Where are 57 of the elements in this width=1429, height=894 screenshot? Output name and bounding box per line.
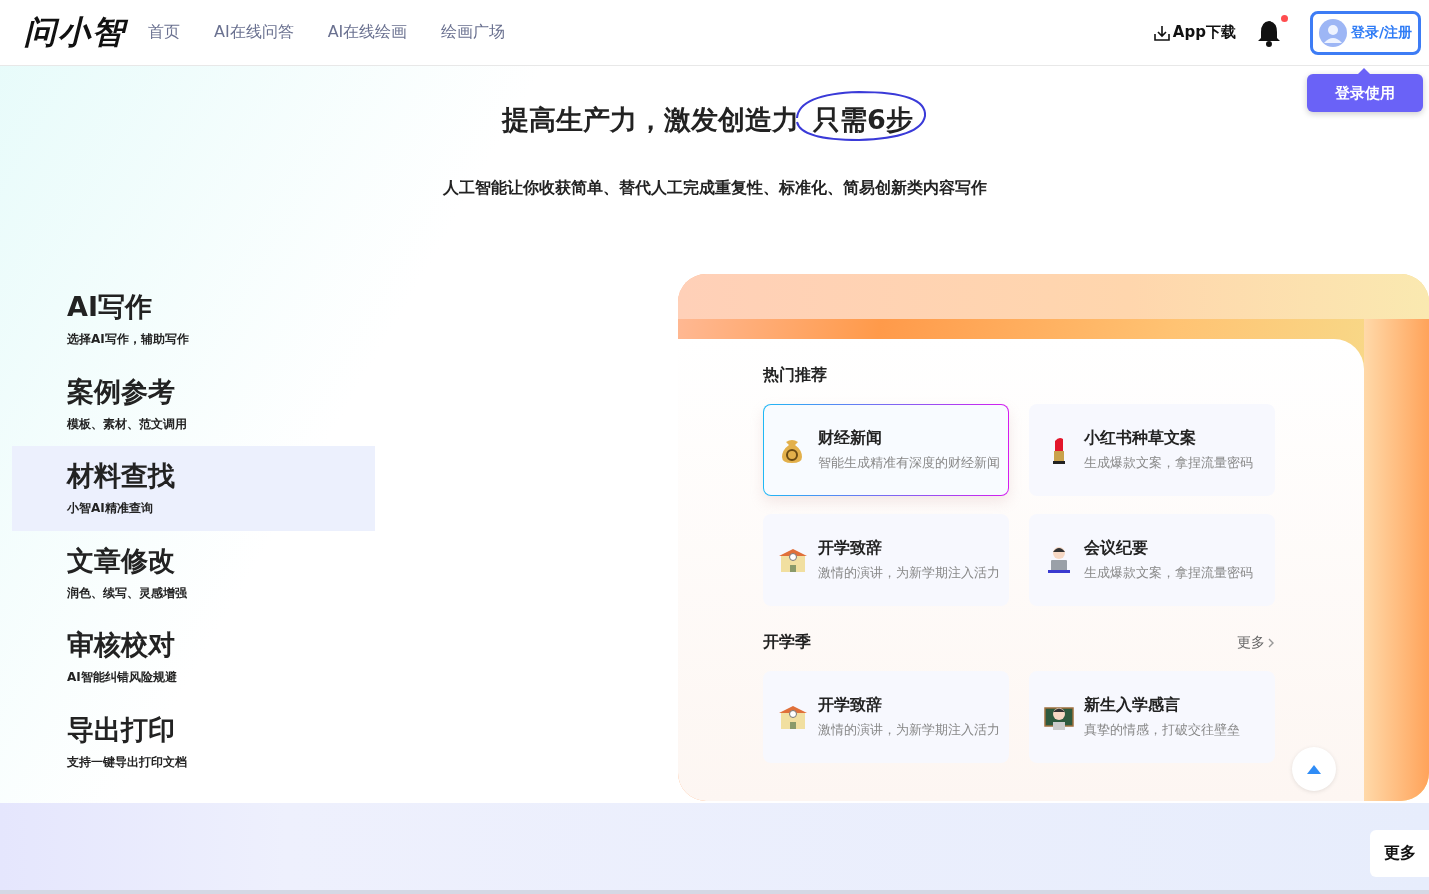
template-card[interactable]: 开学致辞 激情的演讲，为新学期注入活力: [763, 671, 1009, 763]
template-card[interactable]: 会议纪要 生成爆款文案，拿捏流量密码: [1029, 514, 1275, 606]
chevron-right-icon: [1267, 636, 1275, 649]
card-description: 生成爆款文案，拿捏流量密码: [1084, 455, 1253, 472]
feature-item[interactable]: 审核校对 AI智能纠错风险规避: [12, 615, 375, 700]
feature-title: AI写作: [67, 290, 153, 324]
card-title: 财经新闻: [818, 428, 883, 449]
login-button[interactable]: 登录/注册: [1309, 10, 1421, 55]
nav-link[interactable]: AI在线问答: [214, 22, 294, 43]
more-link[interactable]: 更多: [1237, 632, 1275, 653]
feature-description: 模板、素材、范文调用: [67, 415, 188, 433]
highlighted-title: 只需6步: [799, 102, 927, 138]
card-title: 开学致辞: [818, 538, 883, 559]
feature-title: 案例参考: [67, 374, 176, 409]
feature-item[interactable]: 案例参考 模板、素材、范文调用: [12, 361, 375, 446]
template-card[interactable]: 财经新闻 智能生成精准有深度的财经新闻: [763, 404, 1009, 496]
feature-description: 支持一键导出打印文档: [67, 753, 188, 771]
feature-description: AI智能纠错风险规避: [67, 669, 178, 686]
card-description: 智能生成精准有深度的财经新闻: [818, 455, 1000, 472]
template-card[interactable]: 新生入学感言 真挚的情感，打破交往壁垒: [1029, 671, 1275, 763]
feature-item[interactable]: 导出打印 支持一键导出打印文档: [12, 699, 375, 784]
card-title: 小红书种草文案: [1084, 428, 1197, 449]
login-tooltip[interactable]: 登录使用: [1307, 74, 1423, 112]
more-button[interactable]: 更多: [1370, 830, 1429, 877]
scroll-top-button[interactable]: [1292, 747, 1336, 791]
nav-link[interactable]: 绘画广场: [441, 22, 506, 43]
triangle-up-icon: [1307, 764, 1321, 774]
card-title: 新生入学感言: [1084, 695, 1181, 716]
tooltip-pointer: [1357, 68, 1371, 75]
feature-title: 审核校对: [67, 628, 176, 662]
nav-link[interactable]: 首页: [148, 22, 180, 43]
feature-item[interactable]: 文章修改 润色、续写、灵感增强: [12, 530, 375, 615]
feature-item[interactable]: 材料查找 小智AI精准查询: [12, 446, 375, 531]
feature-title: 导出打印: [67, 712, 176, 747]
app-download-link[interactable]: App下载: [1152, 23, 1236, 42]
section-title: 开学季: [763, 632, 811, 653]
feature-description: 小智AI精准查询: [67, 500, 154, 517]
hero-title: 提高生产力，激发创造力: [502, 103, 800, 137]
card-description: 真挚的情感，打破交往壁垒: [1084, 722, 1240, 739]
card-description: 激情的演讲，为新学期注入活力: [818, 722, 1000, 739]
feature-title: 文章修改: [67, 543, 176, 578]
card-description: 生成爆款文案，拿捏流量密码: [1084, 565, 1253, 582]
feature-item[interactable]: AI写作 选择AI写作，辅助写作: [12, 277, 375, 362]
template-card[interactable]: 小红书种草文案 生成爆款文案，拿捏流量密码: [1029, 404, 1275, 496]
feature-description: 润色、续写、灵感增强: [67, 584, 188, 602]
card-title: 会议纪要: [1084, 538, 1149, 559]
section-title: 热门推荐: [763, 365, 827, 386]
template-card[interactable]: 开学致辞 激情的演讲，为新学期注入活力: [763, 514, 1009, 606]
logo[interactable]: 问小智: [24, 10, 126, 55]
feature-title: 材料查找: [67, 459, 176, 493]
avatar-icon: [1318, 18, 1347, 47]
hero-subtitle: 人工智能让你收获简单、替代人工完成重复性、标准化、简易创新类内容写作: [442, 178, 987, 199]
download-icon: [1152, 23, 1171, 42]
feature-description: 选择AI写作，辅助写作: [67, 331, 190, 348]
nav-link[interactable]: AI在线绘画: [327, 22, 408, 43]
card-title: 开学致辞: [818, 695, 883, 716]
card-description: 激情的演讲，为新学期注入活力: [818, 565, 1000, 582]
